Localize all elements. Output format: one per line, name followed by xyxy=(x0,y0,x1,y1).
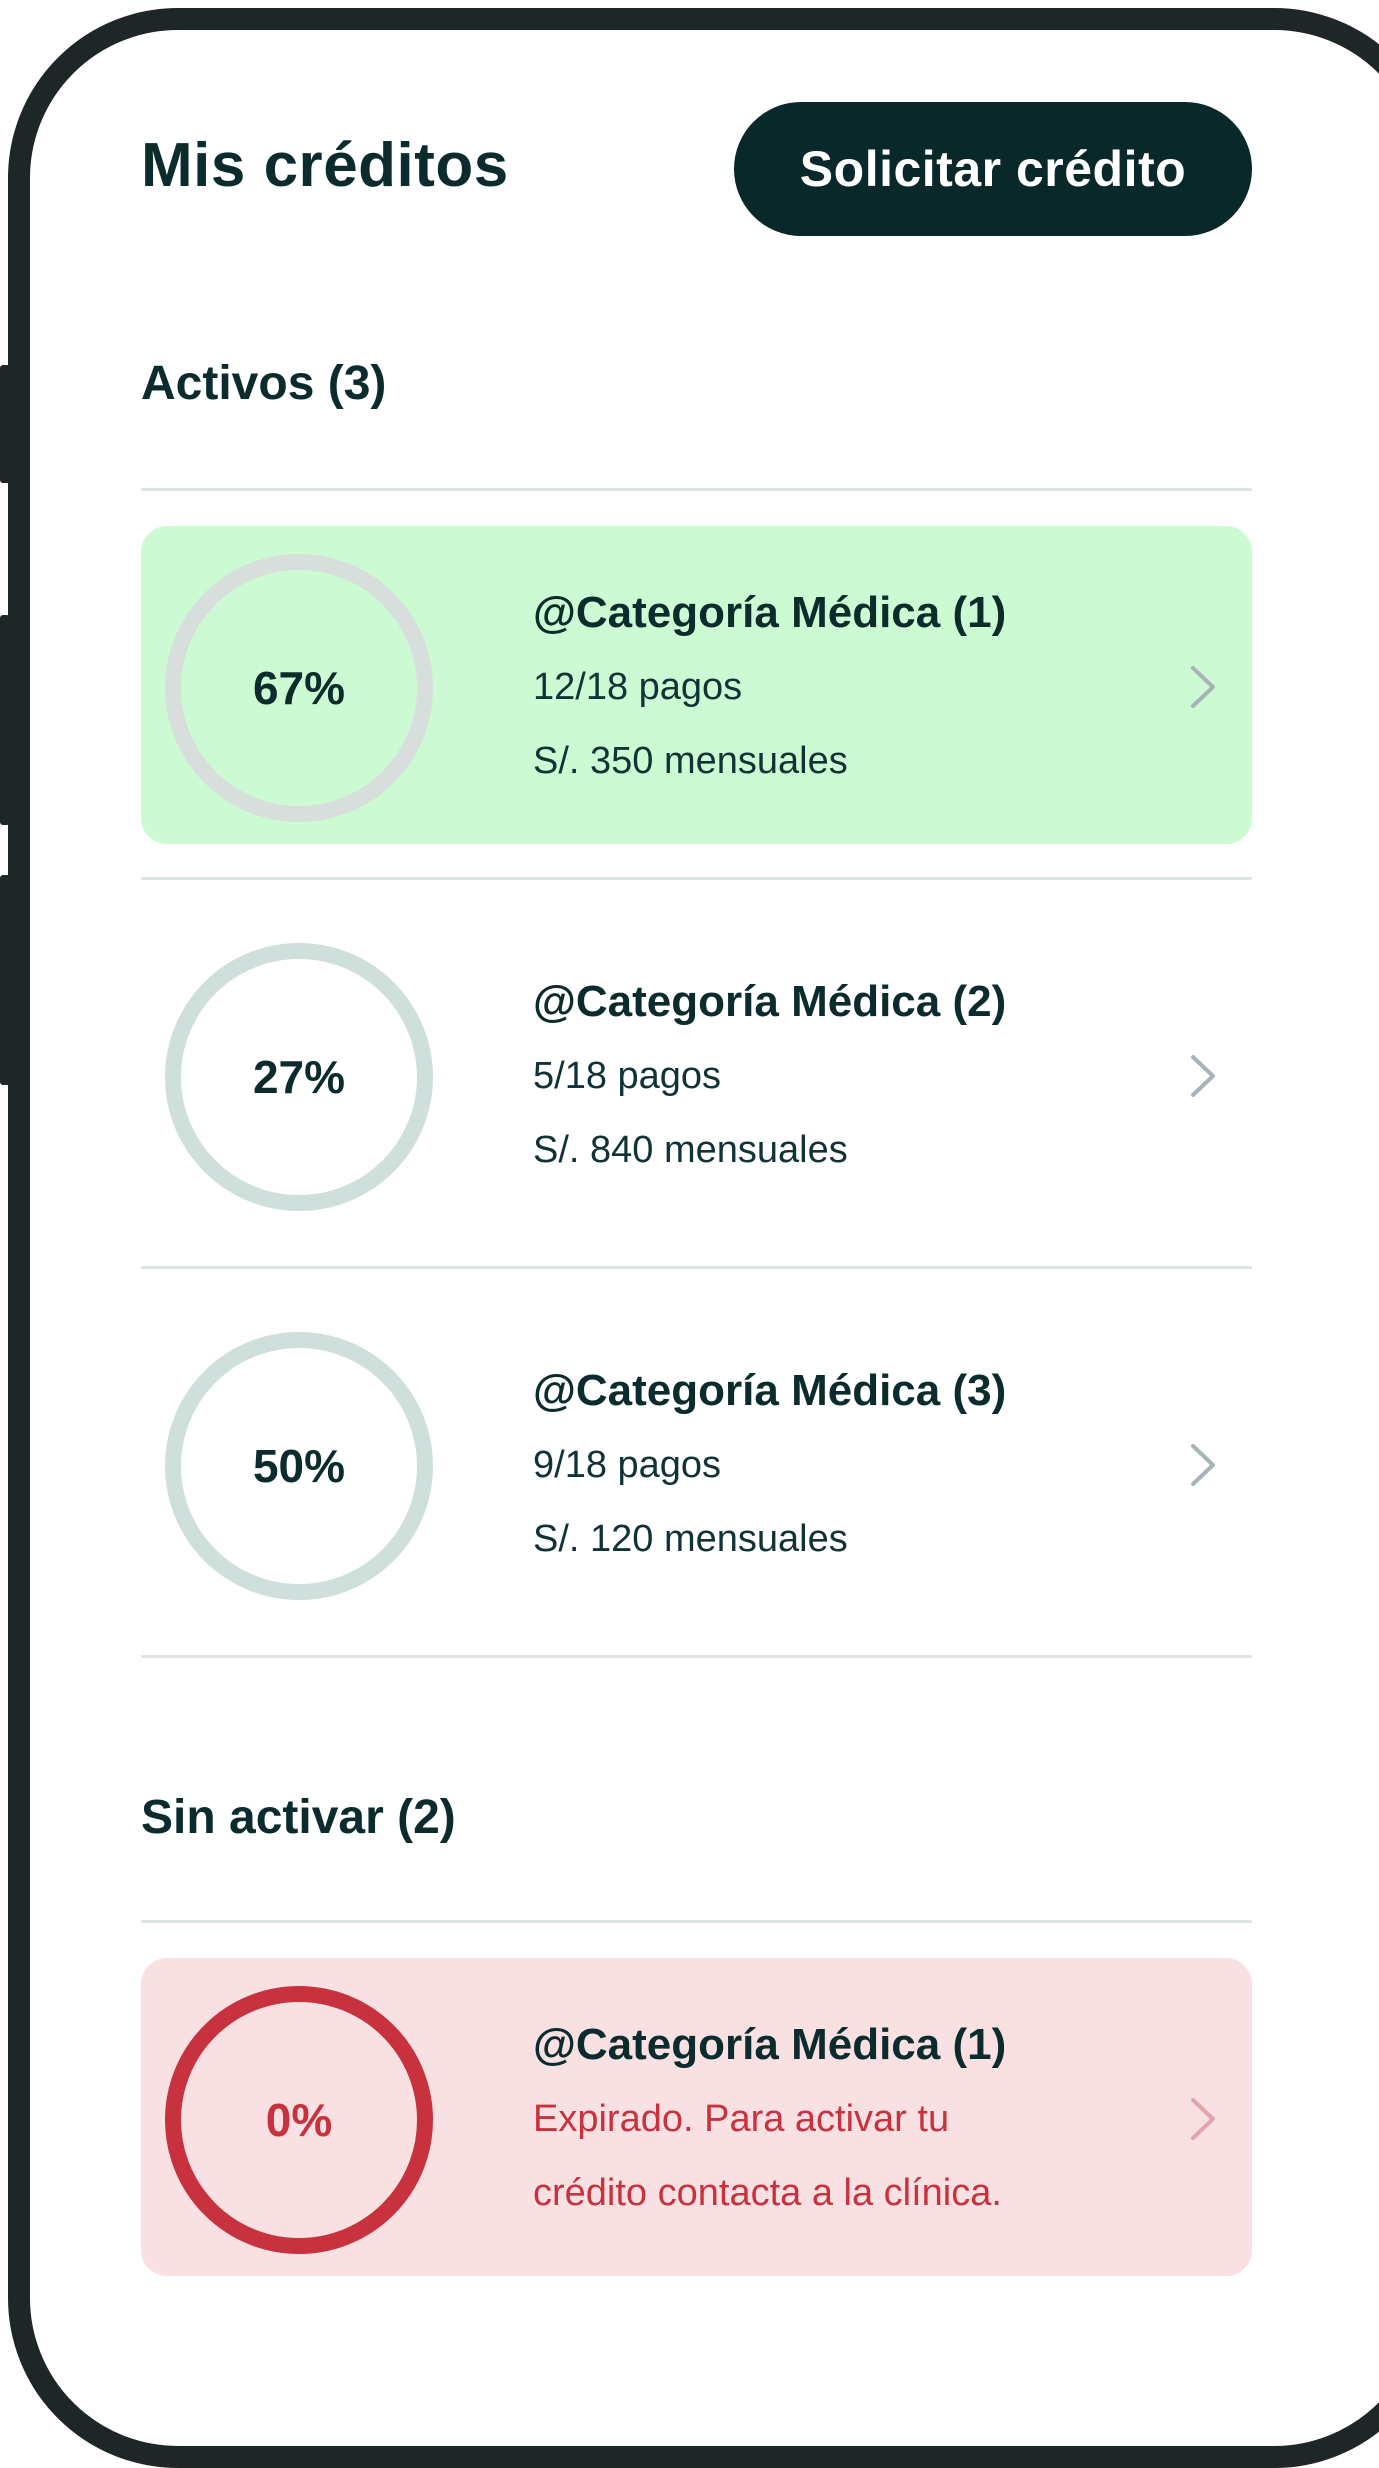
divider xyxy=(141,488,1252,491)
chevron-right-icon[interactable] xyxy=(1183,1442,1223,1488)
section-title-inactive: Sin activar (2) xyxy=(141,1791,456,1844)
chevron-right-icon[interactable] xyxy=(1183,1053,1223,1099)
credit-card-inactive-1[interactable]: 0% @Categoría Médica (1) Expirado. Para … xyxy=(141,1958,1252,2276)
credit-category-name: @Categoría Médica (3) xyxy=(533,1366,1007,1415)
request-credit-button[interactable]: Solicitar crédito xyxy=(734,102,1252,236)
payments-count: 9/18 pagos xyxy=(533,1444,722,1486)
chevron-right-icon[interactable] xyxy=(1183,2096,1223,2142)
payments-count: 12/18 pagos xyxy=(533,666,743,708)
progress-percent: 0% xyxy=(265,2094,333,2146)
progress-ring: 27% xyxy=(163,941,435,1213)
screen: Mis créditos Solicitar crédito Activos (… xyxy=(0,0,1379,2294)
progress-ring: 67% xyxy=(163,552,435,824)
credit-card-active-1[interactable]: 67% @Categoría Médica (1) 12/18 pagos S/… xyxy=(141,526,1252,844)
progress-ring: 0% xyxy=(163,1984,435,2256)
divider xyxy=(141,1266,1252,1269)
divider xyxy=(141,1920,1252,1923)
expired-message-line-1: Expirado. Para activar tu xyxy=(533,2098,950,2140)
page-title: Mis créditos xyxy=(141,131,509,200)
section-title-active: Activos (3) xyxy=(141,357,387,410)
divider xyxy=(141,1655,1252,1658)
progress-percent: 67% xyxy=(252,662,346,714)
monthly-amount: S/. 350 mensuales xyxy=(533,740,848,782)
monthly-amount: S/. 120 mensuales xyxy=(533,1518,848,1560)
monthly-amount: S/. 840 mensuales xyxy=(533,1129,848,1171)
expired-message-line-2: crédito contacta a la clínica. xyxy=(533,2172,1002,2214)
credit-category-name: @Categoría Médica (2) xyxy=(533,977,1007,1026)
progress-percent: 27% xyxy=(252,1051,346,1103)
divider xyxy=(141,877,1252,880)
credit-card-active-2[interactable]: 27% @Categoría Médica (2) 5/18 pagos S/.… xyxy=(141,915,1252,1233)
progress-percent: 50% xyxy=(252,1440,346,1492)
payments-count: 5/18 pagos xyxy=(533,1055,722,1097)
progress-ring: 50% xyxy=(163,1330,435,1602)
credit-category-name: @Categoría Médica (1) xyxy=(533,2020,1007,2069)
credit-category-name: @Categoría Médica (1) xyxy=(533,588,1007,637)
chevron-right-icon[interactable] xyxy=(1183,664,1223,710)
credit-card-active-3[interactable]: 50% @Categoría Médica (3) 9/18 pagos S/.… xyxy=(141,1304,1252,1622)
